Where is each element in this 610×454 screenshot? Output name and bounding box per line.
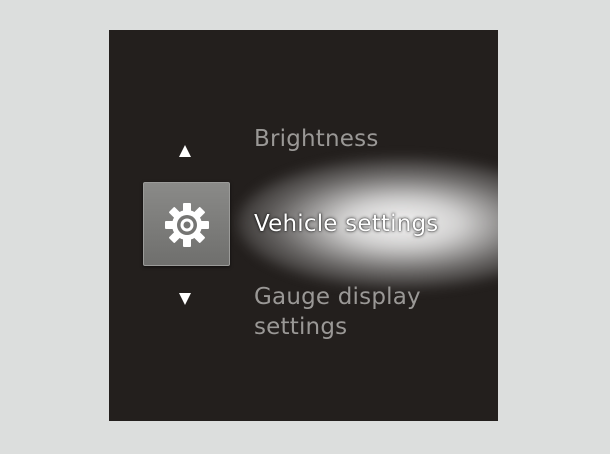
vehicle-settings-icon-button[interactable] — [143, 182, 230, 266]
arrow-up-icon[interactable] — [178, 144, 192, 158]
display-screen: Brightness Vehicle settings Gauge displa… — [109, 30, 498, 421]
arrow-down-icon[interactable] — [178, 292, 192, 306]
menu-item-brightness[interactable]: Brightness — [254, 126, 379, 152]
gear-icon — [165, 203, 209, 247]
menu-item-vehicle-settings[interactable]: Vehicle settings — [254, 211, 438, 237]
menu-item-gauge-display-settings[interactable]: Gauge display settings — [254, 282, 454, 342]
